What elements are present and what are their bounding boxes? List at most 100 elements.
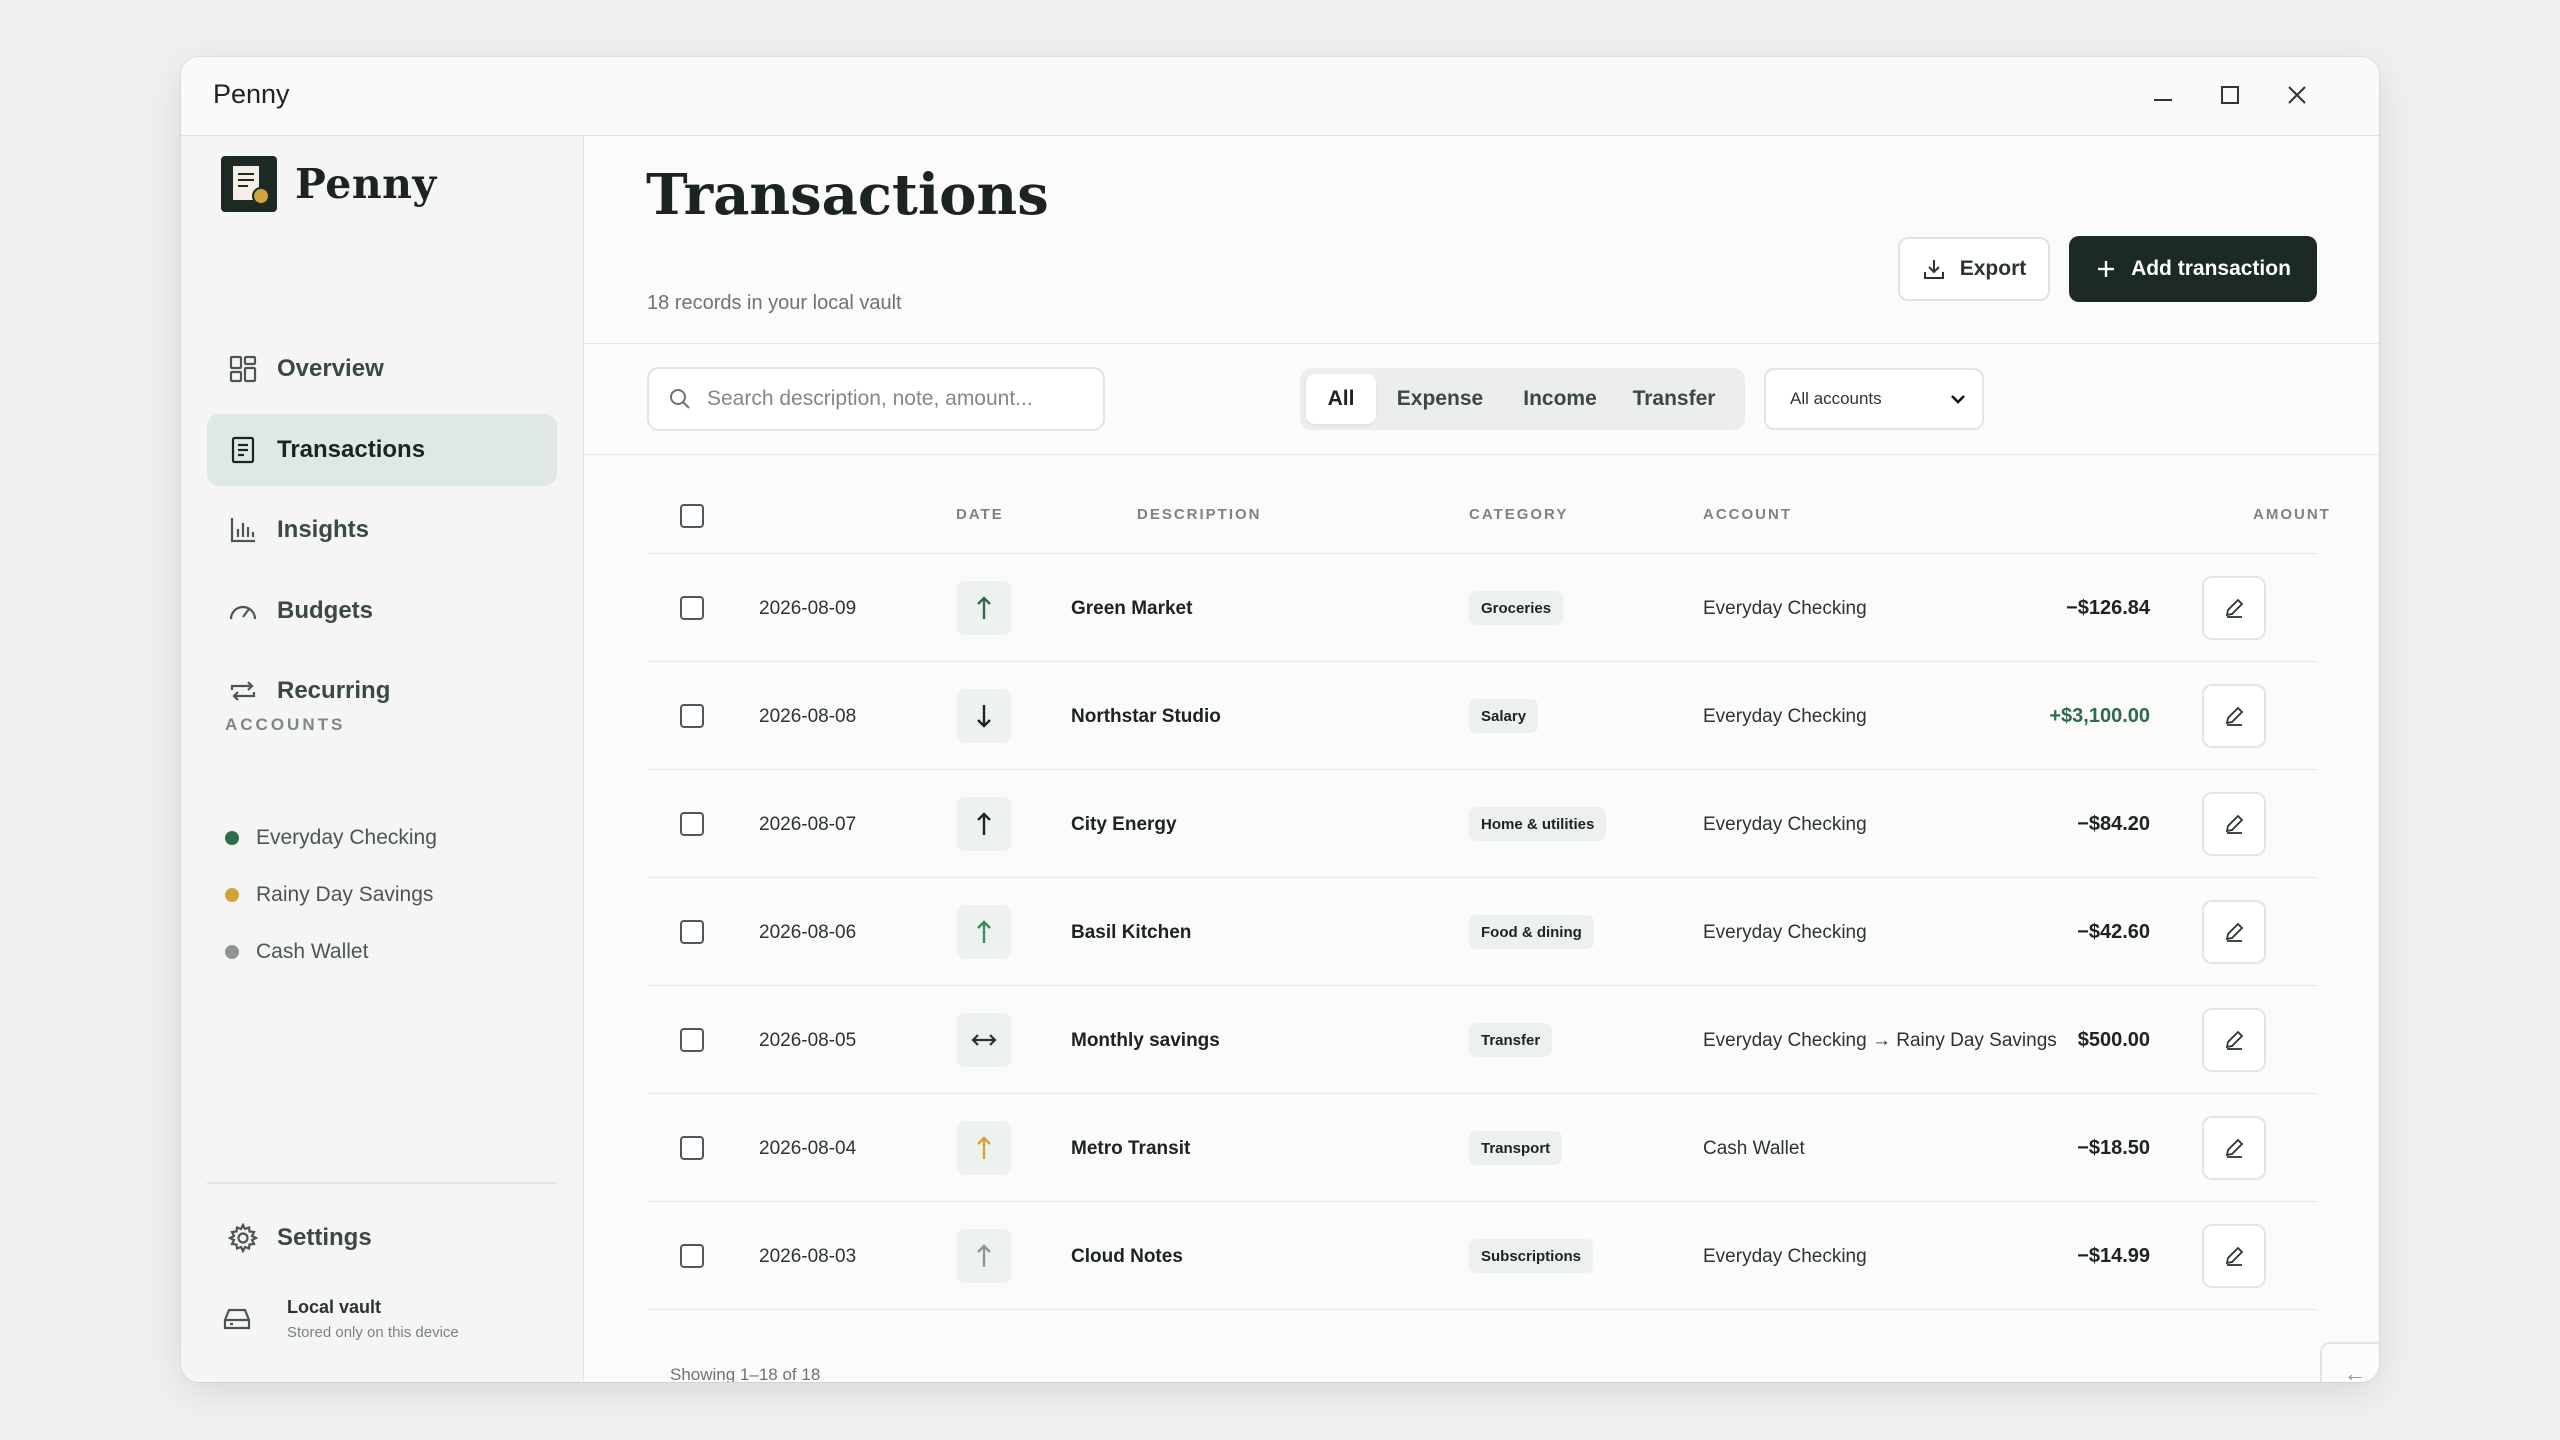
account-label: Rainy Day Savings <box>256 883 434 906</box>
category-badge: Home & utilities <box>1469 807 1607 841</box>
pencil-icon <box>2225 922 2244 942</box>
download-icon <box>1923 260 1944 279</box>
edit-button[interactable] <box>2202 792 2266 856</box>
gear-icon <box>227 1222 259 1254</box>
column-date: DATE <box>956 506 1004 523</box>
edit-button[interactable] <box>2202 1008 2266 1072</box>
nav-label: Insights <box>277 516 370 543</box>
row-checkbox[interactable] <box>680 704 704 728</box>
transaction-date: 2026-08-09 <box>759 598 857 619</box>
nav-insights[interactable]: Insights <box>207 494 557 566</box>
edit-button[interactable] <box>2202 576 2266 640</box>
pencil-icon <box>2225 1246 2244 1266</box>
close-button[interactable] <box>2273 73 2321 117</box>
table-row[interactable]: 2026-08-03 Cloud Notes Subscriptions Eve… <box>647 1202 2317 1310</box>
row-checkbox[interactable] <box>680 596 704 620</box>
row-checkbox[interactable] <box>680 812 704 836</box>
category-badge: Groceries <box>1469 591 1564 625</box>
minimize-button[interactable] <box>2139 73 2187 117</box>
sidebar <box>181 136 584 1382</box>
filter-income[interactable]: Income <box>1504 374 1616 424</box>
transaction-description: Cloud Notes <box>1071 1246 1183 1267</box>
search-box[interactable] <box>647 367 1105 431</box>
transaction-account: Everyday Checking <box>1703 814 1867 835</box>
row-checkbox[interactable] <box>680 1136 704 1160</box>
column-category: CATEGORY <box>1469 506 1569 523</box>
transaction-date: 2026-08-07 <box>759 814 857 835</box>
previous-page-button[interactable]: ← <box>2320 1342 2379 1382</box>
divider <box>584 343 2379 344</box>
edit-button[interactable] <box>2202 684 2266 748</box>
table-row[interactable]: 2026-08-07 City Energy Home & utilities … <box>647 770 2317 878</box>
transaction-account: Everyday Checking <box>1703 1246 1867 1267</box>
account-cash-wallet[interactable]: Cash Wallet <box>225 940 368 964</box>
brand[interactable]: Penny <box>221 156 437 212</box>
gauge-icon <box>227 595 259 627</box>
table-row[interactable]: 2026-08-09 Green Market Groceries Everyd… <box>647 554 2317 662</box>
type-filter: All Expense Income Transfer <box>1300 368 1745 430</box>
transaction-date: 2026-08-05 <box>759 1030 857 1051</box>
expense-arrow-icon <box>957 1121 1011 1175</box>
chevron-down-icon <box>1951 395 1965 404</box>
search-input[interactable] <box>705 386 1069 412</box>
edit-button[interactable] <box>2202 1224 2266 1288</box>
nav-settings[interactable]: Settings <box>207 1202 557 1274</box>
transfer-arrow-icon <box>957 1013 1011 1067</box>
transaction-date: 2026-08-08 <box>759 706 857 727</box>
account-filter-select[interactable]: All accounts <box>1764 368 1984 430</box>
edit-button[interactable] <box>2202 1116 2266 1180</box>
transaction-amount: +$3,100.00 <box>2049 705 2150 727</box>
transaction-date: 2026-08-06 <box>759 922 857 943</box>
filter-transfer[interactable]: Transfer <box>1616 374 1732 424</box>
filter-all[interactable]: All <box>1306 374 1376 424</box>
hard-drive-icon <box>221 1303 253 1335</box>
nav-budgets[interactable]: Budgets <box>207 575 557 647</box>
accounts-section-label: ACCOUNTS <box>225 715 346 734</box>
table-row[interactable]: 2026-08-05 Monthly savings Transfer Ever… <box>647 986 2317 1094</box>
row-checkbox[interactable] <box>680 920 704 944</box>
status-dot <box>225 945 239 959</box>
account-label: Everyday Checking <box>256 826 437 849</box>
transaction-description: Green Market <box>1071 598 1193 619</box>
transaction-account: Everyday Checking <box>1703 922 1867 943</box>
row-checkbox[interactable] <box>680 1028 704 1052</box>
table-header: DATE DESCRIPTION CATEGORY ACCOUNT AMOUNT <box>584 494 2379 534</box>
column-account: ACCOUNT <box>1703 506 1792 523</box>
transaction-description: Northstar Studio <box>1071 706 1221 727</box>
transaction-date: 2026-08-03 <box>759 1246 857 1267</box>
app-window: Penny Penny Overview Transactions Insigh… <box>181 57 2379 1382</box>
table-row[interactable]: 2026-08-04 Metro Transit Transport Cash … <box>647 1094 2317 1202</box>
pagination-summary: Showing 1–18 of 18 <box>670 1365 821 1382</box>
maximize-button[interactable] <box>2206 73 2254 117</box>
edit-button[interactable] <box>2202 900 2266 964</box>
table-row[interactable]: 2026-08-06 Basil Kitchen Food & dining E… <box>647 878 2317 986</box>
column-description: DESCRIPTION <box>1137 506 1262 523</box>
add-transaction-button[interactable]: Add transaction <box>2069 236 2317 302</box>
nav-overview[interactable]: Overview <box>207 333 557 405</box>
select-all-checkbox[interactable] <box>680 504 704 528</box>
pencil-icon <box>2225 1030 2244 1050</box>
table-row[interactable]: 2026-08-08 Northstar Studio Salary Every… <box>647 662 2317 770</box>
account-everyday-checking[interactable]: Everyday Checking <box>225 826 437 850</box>
transaction-amount: −$84.20 <box>2077 813 2150 835</box>
grid-icon <box>227 353 259 385</box>
nav-transactions[interactable]: Transactions <box>207 414 557 486</box>
bar-chart-icon <box>227 514 259 546</box>
page-title: Transactions <box>646 162 1049 228</box>
export-button[interactable]: Export <box>1898 237 2050 301</box>
category-badge: Food & dining <box>1469 915 1594 949</box>
vault-subtitle: Stored only on this device <box>287 1324 459 1341</box>
transaction-description: Basil Kitchen <box>1071 922 1192 943</box>
arrow-left-icon: ← <box>2344 1361 2366 1382</box>
account-rainy-day-savings[interactable]: Rainy Day Savings <box>225 883 433 907</box>
account-filter-value: All accounts <box>1790 389 1882 408</box>
filter-expense[interactable]: Expense <box>1376 374 1504 424</box>
pencil-icon <box>2225 706 2244 726</box>
transaction-description: Monthly savings <box>1071 1030 1220 1051</box>
status-dot <box>225 831 239 845</box>
transaction-amount: −$14.99 <box>2077 1245 2150 1267</box>
minimize-icon <box>2154 99 2172 101</box>
nav-label: Recurring <box>277 677 391 704</box>
plus-icon <box>2098 261 2115 277</box>
row-checkbox[interactable] <box>680 1244 704 1268</box>
